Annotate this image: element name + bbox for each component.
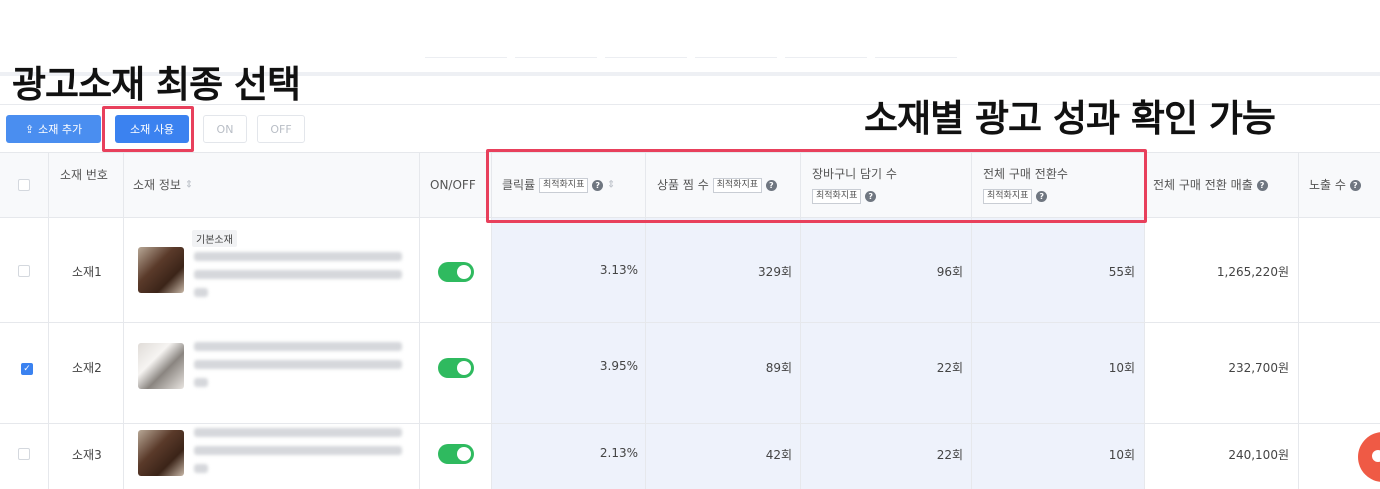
add-creative-button[interactable]: ⇪ 소재 추가 xyxy=(6,115,101,143)
sort-icon[interactable]: ⇕ xyxy=(185,180,193,191)
wish-value: 42회 xyxy=(765,448,792,462)
chat-icon xyxy=(1372,450,1380,462)
blurred-description xyxy=(194,446,402,455)
cart-value: 22회 xyxy=(936,361,963,375)
highlight-frame-use-button xyxy=(102,106,194,152)
blurred-description xyxy=(194,252,402,261)
cart-value: 96회 xyxy=(936,265,963,279)
wish-value: 329회 xyxy=(758,265,792,279)
header-info-label: 소재 정보 xyxy=(133,178,181,192)
annotation-performance: 소재별 광고 성과 확인 가능 xyxy=(864,97,1276,140)
blurred-description xyxy=(194,288,208,297)
header-onoff: ON/OFF xyxy=(430,178,476,192)
header-tab[interactable] xyxy=(875,44,957,58)
onoff-toggle[interactable] xyxy=(438,358,474,378)
onoff-toggle[interactable] xyxy=(438,444,474,464)
header-info[interactable]: 소재 정보 ⇕ xyxy=(133,176,193,195)
ctr-value: 3.13% xyxy=(599,263,638,277)
blurred-description xyxy=(194,378,208,387)
header-tab[interactable] xyxy=(785,44,867,58)
header-impressions-label: 노출 수 xyxy=(1309,178,1346,192)
header-revenue: 전체 구매 전환 매출 ? xyxy=(1153,176,1268,194)
header-tab[interactable] xyxy=(515,44,597,58)
default-creative-tag: 기본소재 xyxy=(192,230,237,247)
revenue-value: 240,100원 xyxy=(1228,448,1289,462)
blurred-description xyxy=(194,342,402,351)
creative-thumbnail xyxy=(138,343,184,389)
row-checkbox[interactable] xyxy=(18,448,30,460)
header-tab[interactable] xyxy=(425,44,507,58)
row-divider xyxy=(0,322,1380,323)
header-tab[interactable] xyxy=(605,44,687,58)
creative-number: 소재1 xyxy=(72,265,102,279)
header-tabs xyxy=(425,44,957,58)
column-divider xyxy=(123,152,124,489)
add-creative-label: 소재 추가 xyxy=(38,123,83,136)
blurred-description xyxy=(194,464,208,473)
row-checkbox[interactable] xyxy=(18,265,30,277)
header-tab[interactable] xyxy=(695,44,777,58)
blurred-description xyxy=(194,270,402,279)
select-all-checkbox[interactable] xyxy=(18,179,30,191)
revenue-value: 1,265,220원 xyxy=(1216,265,1289,279)
creative-number: 소재3 xyxy=(72,448,102,462)
on-button[interactable]: ON xyxy=(203,115,247,143)
wish-value: 89회 xyxy=(765,361,792,375)
ctr-value: 3.95% xyxy=(599,359,638,373)
conversion-value: 10회 xyxy=(1108,361,1135,375)
creative-thumbnail xyxy=(138,247,184,293)
column-divider xyxy=(419,152,420,489)
help-icon[interactable]: ? xyxy=(1256,180,1268,191)
blurred-description xyxy=(194,360,402,369)
ctr-value: 2.13% xyxy=(599,446,638,460)
upload-icon: ⇪ xyxy=(24,122,35,136)
off-button[interactable]: OFF xyxy=(257,115,305,143)
row-checkbox[interactable]: ✓ xyxy=(21,363,33,375)
column-divider xyxy=(1298,152,1299,489)
onoff-toggle[interactable] xyxy=(438,262,474,282)
revenue-value: 232,700원 xyxy=(1228,361,1289,375)
cart-value: 22회 xyxy=(936,448,963,462)
creative-number: 소재2 xyxy=(72,361,102,375)
column-divider xyxy=(48,152,49,489)
highlight-frame-performance xyxy=(486,149,1147,223)
row-divider xyxy=(0,423,1380,424)
creative-thumbnail xyxy=(138,430,184,476)
blurred-description xyxy=(194,428,402,437)
conversion-value: 55회 xyxy=(1108,265,1135,279)
header-revenue-label: 전체 구매 전환 매출 xyxy=(1153,178,1253,192)
conversion-value: 10회 xyxy=(1108,448,1135,462)
help-icon[interactable]: ? xyxy=(1349,180,1361,191)
header-impressions: 노출 수 ? xyxy=(1309,176,1361,194)
annotation-select-creative: 광고소재 최종 선택 xyxy=(12,63,301,106)
header-number: 소재 번호 xyxy=(60,168,108,182)
